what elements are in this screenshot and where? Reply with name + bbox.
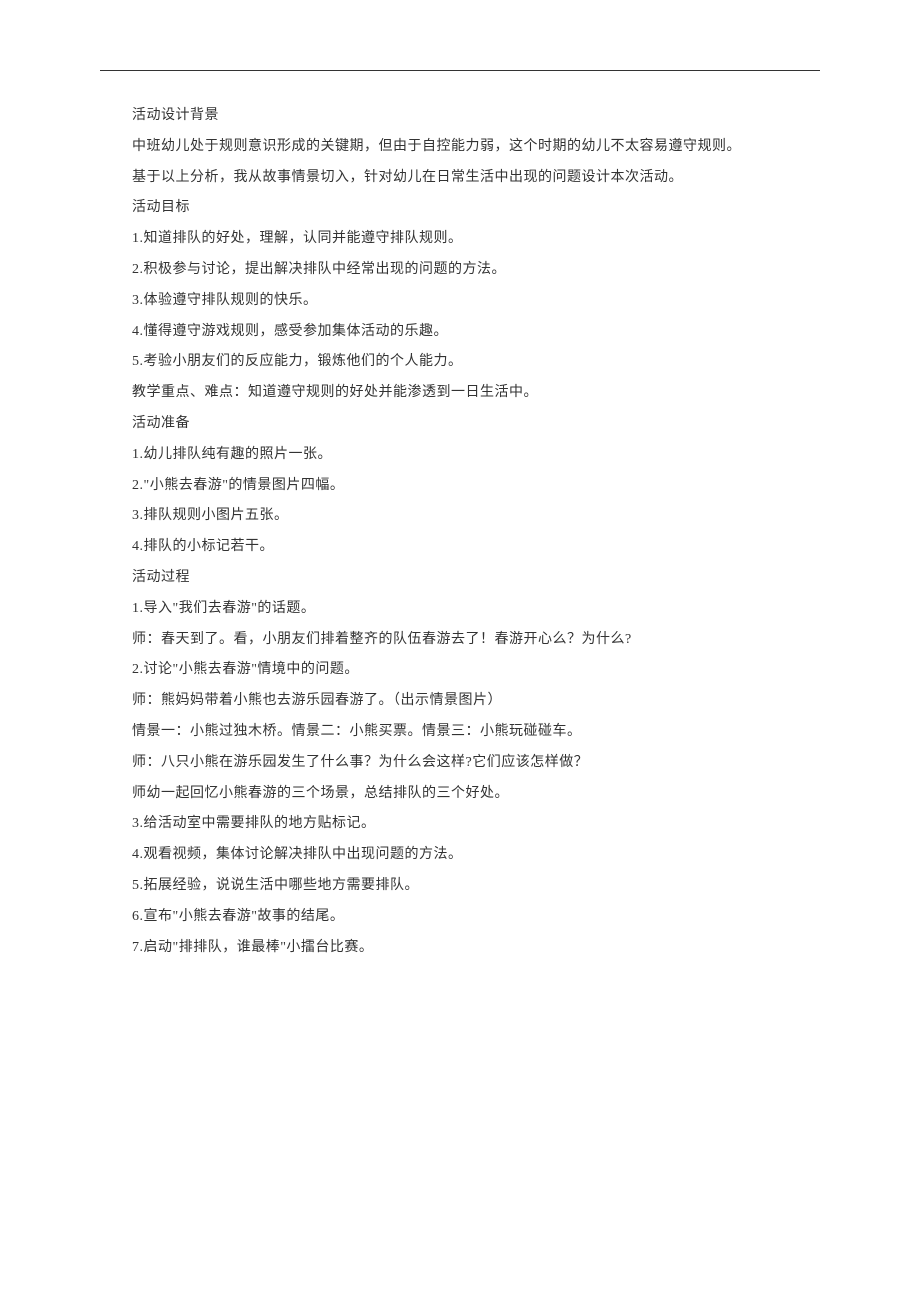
text-line: 3.体验遵守排队规则的快乐。: [132, 286, 820, 317]
text-line: 6.宣布"小熊去春游"故事的结尾。: [132, 902, 820, 933]
text-line: 师幼一起回忆小熊春游的三个场景，总结排队的三个好处。: [132, 779, 820, 810]
text-line: 活动准备: [132, 409, 820, 440]
text-line: 基于以上分析，我从故事情景切入，针对幼儿在日常生活中出现的问题设计本次活动。: [132, 163, 820, 194]
text-line: 7.启动"排排队，谁最棒"小擂台比赛。: [132, 933, 820, 964]
horizontal-divider: [100, 70, 820, 71]
text-line: 1.幼儿排队纯有趣的照片一张。: [132, 440, 820, 471]
text-line: 情景一：小熊过独木桥。情景二：小熊买票。情景三：小熊玩碰碰车。: [132, 717, 820, 748]
text-line: 教学重点、难点：知道遵守规则的好处并能渗透到一日生活中。: [132, 378, 820, 409]
text-line: 师：熊妈妈带着小熊也去游乐园春游了。（出示情景图片）: [132, 686, 820, 717]
text-line: 4.观看视频，集体讨论解决排队中出现问题的方法。: [132, 840, 820, 871]
text-line: 活动设计背景: [132, 101, 820, 132]
text-line: 师：春天到了。看，小朋友们排着整齐的队伍春游去了！春游开心么？为什么?: [132, 625, 820, 656]
text-line: 1.知道排队的好处，理解，认同并能遵守排队规则。: [132, 224, 820, 255]
text-line: 中班幼儿处于规则意识形成的关键期，但由于自控能力弱，这个时期的幼儿不太容易遵守规…: [132, 132, 820, 163]
text-line: 3.排队规则小图片五张。: [132, 501, 820, 532]
document-content: 活动设计背景 中班幼儿处于规则意识形成的关键期，但由于自控能力弱，这个时期的幼儿…: [100, 101, 820, 963]
text-line: 活动过程: [132, 563, 820, 594]
text-line: 4.排队的小标记若干。: [132, 532, 820, 563]
text-line: 活动目标: [132, 193, 820, 224]
text-line: 2.积极参与讨论，提出解决排队中经常出现的问题的方法。: [132, 255, 820, 286]
text-line: 2.讨论"小熊去春游"情境中的问题。: [132, 655, 820, 686]
text-line: 师：八只小熊在游乐园发生了什么事？为什么会这样?它们应该怎样做？: [132, 748, 820, 779]
text-line: 4.懂得遵守游戏规则，感受参加集体活动的乐趣。: [132, 317, 820, 348]
text-line: 3.给活动室中需要排队的地方贴标记。: [132, 809, 820, 840]
text-line: 1.导入"我们去春游"的话题。: [132, 594, 820, 625]
text-line: 5.考验小朋友们的反应能力，锻炼他们的个人能力。: [132, 347, 820, 378]
text-line: 2."小熊去春游"的情景图片四幅。: [132, 471, 820, 502]
text-line: 5.拓展经验，说说生活中哪些地方需要排队。: [132, 871, 820, 902]
